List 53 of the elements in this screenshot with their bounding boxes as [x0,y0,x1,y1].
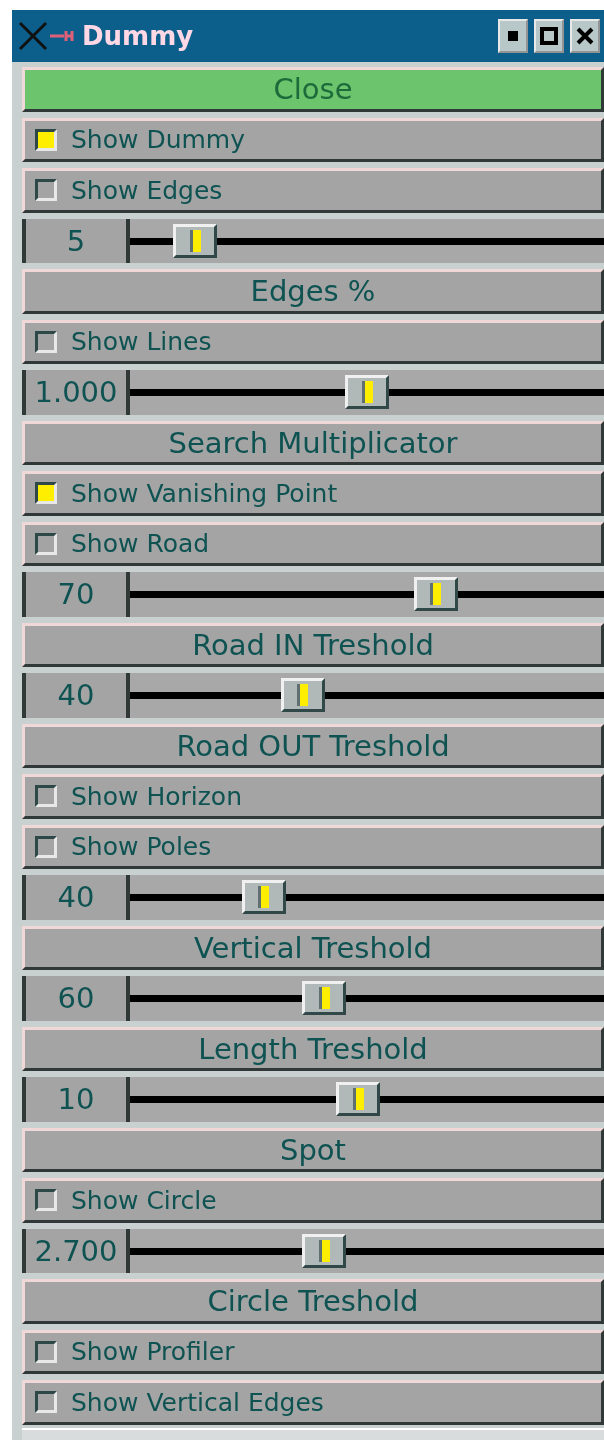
slider-thumb[interactable] [280,678,325,713]
slider-label-button[interactable]: Road OUT Treshold [22,723,604,768]
value-readout: 40 [22,673,130,718]
checkbox[interactable] [35,482,57,505]
slider-thumb[interactable] [173,223,217,258]
value-readout: 1.000 [22,370,130,415]
window-title: Dummy [82,21,194,51]
slider-thumb[interactable] [336,1082,381,1117]
checkbox-toggle[interactable]: Show Road [22,521,604,566]
maximize-icon [540,27,558,45]
value-readout: 2.700 [22,1228,130,1273]
value-readout: 70 [22,572,130,617]
checkbox[interactable] [35,330,57,353]
checkbox-toggle[interactable]: Show Lines [22,319,604,364]
checkbox-toggle[interactable]: Show Horizon [22,774,604,819]
slider-label-button[interactable]: Circle Treshold [22,1279,604,1324]
checkbox-toggle[interactable]: Show Vertical Edges [22,1380,604,1425]
slider-thumb[interactable] [345,375,389,410]
checkbox[interactable] [35,1189,57,1212]
close-button[interactable]: Close [22,67,604,112]
checkbox-toggle[interactable]: Show Dummy [22,117,604,162]
checkbox[interactable] [35,1340,57,1363]
checkbox-toggle[interactable]: Show Circle [22,1178,604,1223]
value-readout: 10 [22,1077,130,1122]
scrollbar[interactable] [22,1427,604,1440]
slider-thumb[interactable] [302,1233,346,1268]
checkbox[interactable] [35,1391,57,1414]
maximize-button[interactable] [534,19,564,53]
checkbox-toggle[interactable]: Show Profiler [22,1329,604,1374]
checkbox[interactable] [35,128,57,151]
slider-label-button[interactable]: Search Multiplicator [22,420,604,465]
slider-thumb[interactable] [413,577,458,612]
checkbox-toggle[interactable]: Show Vanishing Point [22,471,604,516]
slider-label-button[interactable]: Spot [22,1127,604,1172]
checkbox[interactable] [35,179,57,202]
checkbox-toggle[interactable]: Show Poles [22,824,604,869]
value-readout: 5 [22,218,130,263]
slider-label-button[interactable]: Edges % [22,269,604,314]
x-logo-icon [16,19,76,53]
checkbox[interactable] [35,532,57,555]
slider-label-button[interactable]: Length Treshold [22,1026,604,1071]
value-readout: 60 [22,976,130,1021]
close-icon [576,27,594,45]
slider-label-button[interactable]: Vertical Treshold [22,925,604,970]
slider-thumb[interactable] [302,981,346,1016]
slider-label-button[interactable]: Road IN Treshold [22,622,604,667]
close-window-button[interactable] [570,19,600,53]
checkbox-toggle[interactable]: Show Edges [22,168,604,213]
checkbox[interactable] [35,785,57,808]
checkbox[interactable] [35,835,57,858]
minimize-button[interactable] [498,19,528,53]
slider-thumb[interactable] [241,880,286,915]
value-readout: 40 [22,875,130,920]
